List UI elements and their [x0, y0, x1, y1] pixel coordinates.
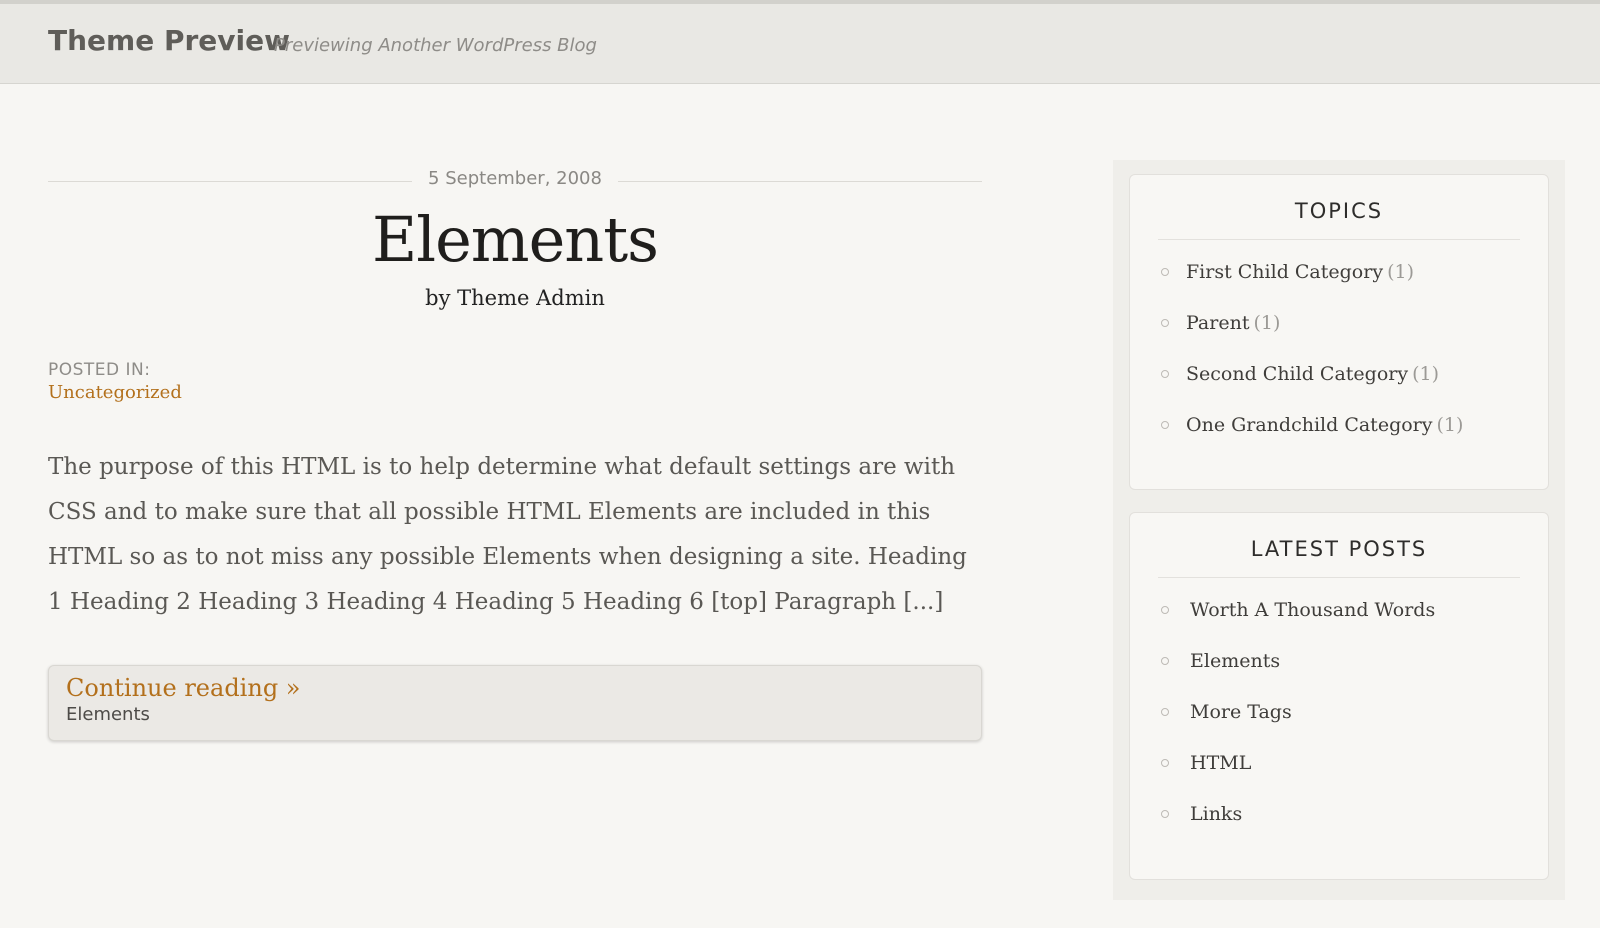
topics-title: TOPICS	[1158, 199, 1520, 240]
latest-post-link[interactable]: More Tags	[1190, 701, 1292, 723]
post-excerpt: The purpose of this HTML is to help dete…	[48, 454, 967, 615]
list-item: HTML	[1161, 749, 1548, 800]
latest-post-link[interactable]: Elements	[1190, 650, 1280, 672]
circle-bullet-icon	[1161, 421, 1169, 429]
list-item: Second Child Category (1)	[1161, 360, 1548, 411]
circle-bullet-icon	[1161, 606, 1169, 614]
site-description: Previewing Another WordPress Blog	[274, 35, 597, 56]
topic-link[interactable]: Parent	[1186, 312, 1249, 334]
latest-post-link[interactable]: Links	[1190, 803, 1242, 825]
circle-bullet-icon	[1161, 268, 1169, 276]
circle-bullet-icon	[1161, 810, 1169, 818]
latest-posts-title: LATEST POSTS	[1158, 537, 1520, 578]
continue-reading-link[interactable]: Continue reading »	[66, 674, 964, 702]
topics-widget: TOPICS First Child Category (1) Parent (1)…	[1129, 174, 1549, 490]
topic-link[interactable]: First Child Category	[1186, 261, 1383, 283]
list-item: Parent (1)	[1161, 309, 1548, 360]
category-link[interactable]: Uncategorized	[48, 382, 182, 403]
topic-count: (1)	[1253, 312, 1281, 334]
list-item: Worth A Thousand Words	[1161, 596, 1548, 647]
topic-count: (1)	[1412, 363, 1439, 385]
site-header: Theme Preview Previewing Another WordPre…	[0, 0, 1600, 84]
circle-bullet-icon	[1161, 370, 1169, 378]
post-article: 5 September, 2008 Elements by Theme Admi…	[48, 160, 982, 741]
site-title[interactable]: Theme Preview	[48, 24, 290, 57]
topic-count: (1)	[1436, 414, 1464, 436]
circle-bullet-icon	[1161, 319, 1169, 327]
topics-list: First Child Category (1) Parent (1) Second…	[1130, 258, 1548, 462]
continue-reading-subtitle: Elements	[66, 704, 150, 725]
post-title[interactable]: Elements	[48, 202, 982, 278]
list-item: Links	[1161, 800, 1548, 851]
circle-bullet-icon	[1161, 759, 1169, 767]
topic-link[interactable]: One Grandchild Category	[1186, 414, 1432, 436]
latest-post-link[interactable]: HTML	[1190, 752, 1251, 774]
latest-posts-list: Worth A Thousand Words Elements More Tag…	[1130, 596, 1548, 851]
posted-in-label: POSTED IN:	[48, 360, 151, 380]
latest-posts-widget: LATEST POSTS Worth A Thousand Words Elem…	[1129, 512, 1549, 880]
continue-reading-box: Continue reading » Elements	[48, 665, 982, 741]
topic-count: (1)	[1387, 261, 1414, 283]
post-date-row: 5 September, 2008	[48, 160, 982, 202]
post-date: 5 September, 2008	[428, 168, 602, 189]
list-item: Elements	[1161, 647, 1548, 698]
circle-bullet-icon	[1161, 708, 1169, 716]
list-item: First Child Category (1)	[1161, 258, 1548, 309]
post-byline: by Theme Admin	[425, 286, 605, 310]
topic-link[interactable]: Second Child Category	[1186, 363, 1408, 385]
list-item: One Grandchild Category (1)	[1161, 411, 1548, 462]
circle-bullet-icon	[1161, 657, 1169, 665]
latest-post-link[interactable]: Worth A Thousand Words	[1190, 599, 1435, 621]
sidebar: TOPICS First Child Category (1) Parent (1)…	[1113, 160, 1565, 900]
list-item: More Tags	[1161, 698, 1548, 749]
date-divider-right	[618, 181, 982, 182]
